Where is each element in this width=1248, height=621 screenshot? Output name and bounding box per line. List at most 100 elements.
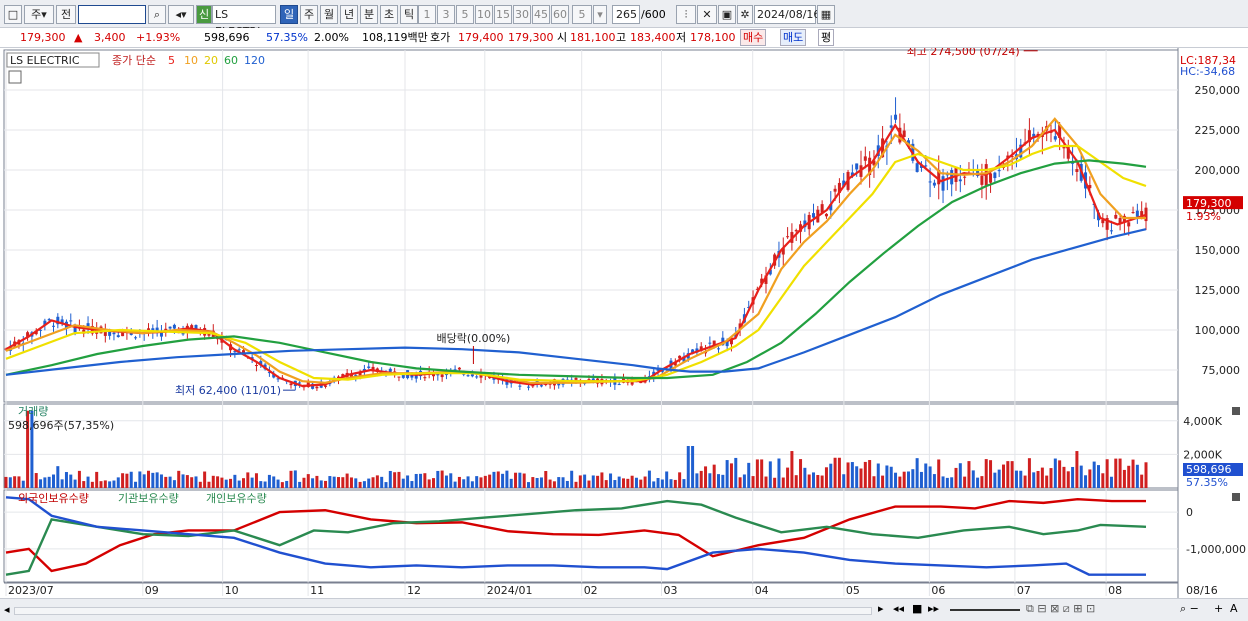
candle-body bbox=[242, 350, 245, 353]
up-arrow-icon: ▲ bbox=[74, 31, 83, 44]
volume-bar bbox=[889, 466, 893, 488]
next-icon[interactable]: ▸▸ bbox=[928, 602, 939, 615]
volume-bar bbox=[289, 470, 293, 488]
period-year[interactable]: 년 bbox=[340, 5, 358, 24]
interval-60[interactable]: 60 bbox=[551, 5, 569, 24]
volume-bar bbox=[315, 475, 319, 488]
change-pct: +1.93% bbox=[136, 31, 181, 44]
zoom-out-icon[interactable]: ⌕ − bbox=[1180, 602, 1199, 616]
volume-bar bbox=[159, 474, 163, 488]
avg-button[interactable]: 평 bbox=[818, 29, 835, 46]
candle-body bbox=[254, 365, 258, 367]
period-day[interactable]: 일 bbox=[280, 5, 298, 24]
x-tick-label: 10 bbox=[225, 584, 239, 597]
volume-bar bbox=[211, 475, 215, 488]
volume-bar bbox=[1101, 473, 1105, 488]
chevron-down-icon[interactable]: ▾ bbox=[593, 5, 607, 24]
volume-bar bbox=[971, 470, 975, 488]
candle-body bbox=[1109, 230, 1113, 232]
candle-body bbox=[928, 181, 932, 183]
volume-bar bbox=[125, 473, 129, 488]
table-icon[interactable] bbox=[8, 70, 22, 84]
volume-bar bbox=[712, 464, 716, 488]
scroll-right-icon[interactable]: ▸ bbox=[878, 602, 884, 615]
volume-bar bbox=[462, 479, 466, 488]
speaker-icon[interactable]: ◂▾ bbox=[168, 5, 194, 24]
holdings-legend-inst: 기관보유수량 bbox=[118, 492, 179, 505]
volume-bar bbox=[514, 472, 518, 488]
period-tick[interactable]: 틱 bbox=[400, 5, 418, 24]
x-tick-label: 02 bbox=[584, 584, 598, 597]
volume-bar bbox=[984, 459, 988, 488]
calendar-icon[interactable]: ▦ bbox=[817, 5, 835, 24]
layout-icons[interactable]: ⧉ ⊟ ⊠ ⧄ ⊞ ⊡ bbox=[1026, 602, 1095, 616]
volume-bar bbox=[570, 470, 574, 488]
volume-bar bbox=[816, 475, 820, 488]
interval-10[interactable]: 10 bbox=[475, 5, 493, 24]
stock-name-field[interactable]: LS ELECTRI bbox=[212, 5, 276, 38]
layout-icon[interactable]: □ bbox=[4, 5, 22, 24]
gear-icon[interactable]: ✲ bbox=[737, 5, 753, 24]
volume-bar bbox=[725, 460, 729, 488]
trade-amount: 108,119백만 bbox=[362, 31, 428, 44]
volume-bar bbox=[561, 477, 565, 488]
volume-bar bbox=[1088, 469, 1092, 488]
period-month[interactable]: 월 bbox=[320, 5, 338, 24]
candle-icon[interactable]: ⫶ bbox=[676, 5, 696, 24]
volume-bar bbox=[414, 473, 418, 488]
volume-bar bbox=[820, 475, 824, 488]
volume-bar bbox=[203, 471, 207, 488]
volume-bar bbox=[121, 473, 125, 488]
zoom-in-icon[interactable]: + bbox=[1214, 602, 1223, 615]
holdings-close-icon[interactable] bbox=[1232, 493, 1240, 501]
candle-body bbox=[1075, 169, 1079, 172]
chart-area[interactable]: 250,000225,000200,000175,000150,000125,0… bbox=[0, 48, 1248, 598]
interval-45[interactable]: 45 bbox=[532, 5, 550, 24]
interval-1[interactable]: 1 bbox=[418, 5, 436, 24]
volume-bar bbox=[254, 473, 258, 488]
interval-15[interactable]: 15 bbox=[494, 5, 512, 24]
text-a-icon[interactable]: A bbox=[1230, 602, 1238, 615]
volume-bar bbox=[781, 477, 785, 488]
interval-5[interactable]: 5 bbox=[456, 5, 474, 24]
volume-bar bbox=[358, 481, 362, 488]
volume-bar bbox=[954, 467, 958, 488]
zoom-slider-icon[interactable] bbox=[950, 609, 1020, 611]
prev-icon[interactable]: ◂◂ bbox=[893, 602, 904, 615]
ma-legend-label: 종가 단순 bbox=[112, 54, 156, 67]
volume-close-icon[interactable] bbox=[1232, 407, 1240, 415]
interval-select[interactable]: 5 bbox=[572, 5, 592, 24]
volume-subtitle: 598,696주(57,35%) bbox=[8, 419, 114, 432]
stop-icon[interactable]: ■ bbox=[912, 602, 922, 615]
scrollbar-track[interactable] bbox=[14, 607, 872, 615]
volume-bar bbox=[21, 480, 25, 488]
date-input[interactable]: 2024/08/16 bbox=[754, 5, 820, 24]
interval-3[interactable]: 3 bbox=[437, 5, 455, 24]
volume-bar bbox=[293, 470, 297, 488]
period-minute[interactable]: 분 bbox=[360, 5, 378, 24]
volume-bar bbox=[337, 477, 340, 488]
period-week[interactable]: 주 bbox=[300, 5, 318, 24]
save-icon[interactable]: ▣ bbox=[718, 5, 736, 24]
volume-bar bbox=[721, 474, 725, 488]
crosshair-icon[interactable]: ✕ bbox=[697, 5, 717, 24]
period-second[interactable]: 초 bbox=[380, 5, 398, 24]
volume-bar bbox=[475, 476, 479, 488]
stock-code-input[interactable]: 010120 bbox=[78, 5, 146, 24]
sell-button[interactable]: 매도 bbox=[780, 29, 807, 46]
scroll-left-icon[interactable]: ◂ bbox=[4, 603, 10, 616]
volume-bar bbox=[760, 459, 764, 488]
volume-bar bbox=[151, 472, 155, 488]
volume-bar bbox=[829, 463, 833, 488]
search-icon[interactable]: ⌕ bbox=[148, 5, 166, 24]
volume-bar bbox=[280, 482, 284, 488]
count-input[interactable]: 265 bbox=[612, 5, 640, 24]
mode-select[interactable]: 주▾ bbox=[24, 5, 54, 24]
interval-30[interactable]: 30 bbox=[513, 5, 531, 24]
candle-body bbox=[168, 326, 172, 329]
prev-button[interactable]: 전 bbox=[56, 5, 76, 24]
buy-button[interactable]: 매수 bbox=[740, 29, 767, 46]
volume-bar bbox=[1002, 464, 1005, 488]
x-tick-label: 12 bbox=[407, 584, 421, 597]
volume-bar bbox=[371, 477, 375, 488]
